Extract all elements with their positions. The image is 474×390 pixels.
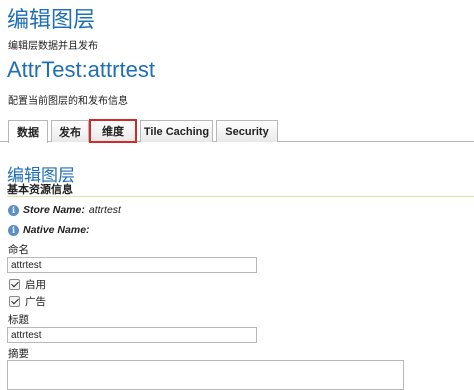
name-input[interactable] bbox=[7, 257, 257, 273]
layer-description: 配置当前图层的和发布信息 bbox=[8, 96, 128, 107]
advertised-checkbox[interactable] bbox=[9, 296, 20, 307]
tab-bar: 数据 发布 维度 Tile Caching Security bbox=[0, 118, 474, 143]
info-icon: i bbox=[8, 224, 19, 236]
tab-dimensions[interactable]: 维度 bbox=[89, 119, 137, 143]
enabled-checkbox[interactable] bbox=[9, 279, 20, 290]
title-input[interactable] bbox=[7, 327, 257, 343]
section-subtitle: 基本资源信息 bbox=[7, 184, 73, 196]
native-name-label: Native Name: bbox=[23, 224, 90, 236]
page-description: 编辑层数据并且发布 bbox=[8, 41, 98, 52]
abstract-label: 摘要 bbox=[8, 348, 29, 360]
native-name-row: i Native Name: bbox=[8, 223, 94, 237]
tab-data[interactable]: 数据 bbox=[8, 120, 48, 143]
tab-publishing[interactable]: 发布 bbox=[51, 120, 89, 142]
abstract-textarea[interactable] bbox=[7, 360, 404, 390]
store-name-value: attrtest bbox=[88, 204, 121, 216]
section-divider bbox=[7, 196, 474, 197]
layer-name-heading: AttrTest:attrtest bbox=[7, 57, 155, 82]
info-icon: i bbox=[8, 204, 19, 216]
advertised-label: 广告 bbox=[25, 296, 46, 308]
advertised-checkbox-row[interactable]: 广告 bbox=[9, 295, 46, 308]
tab-tile-caching[interactable]: Tile Caching bbox=[140, 120, 213, 142]
name-label: 命名 bbox=[8, 244, 29, 256]
tab-security[interactable]: Security bbox=[216, 120, 278, 142]
store-name-label: Store Name: bbox=[23, 204, 85, 216]
store-name-row: i Store Name: attrtest bbox=[8, 203, 121, 217]
title-label: 标题 bbox=[8, 314, 29, 326]
enabled-checkbox-row[interactable]: 启用 bbox=[9, 278, 46, 291]
enabled-label: 启用 bbox=[25, 279, 46, 291]
page-title: 编辑图层 bbox=[7, 7, 96, 32]
